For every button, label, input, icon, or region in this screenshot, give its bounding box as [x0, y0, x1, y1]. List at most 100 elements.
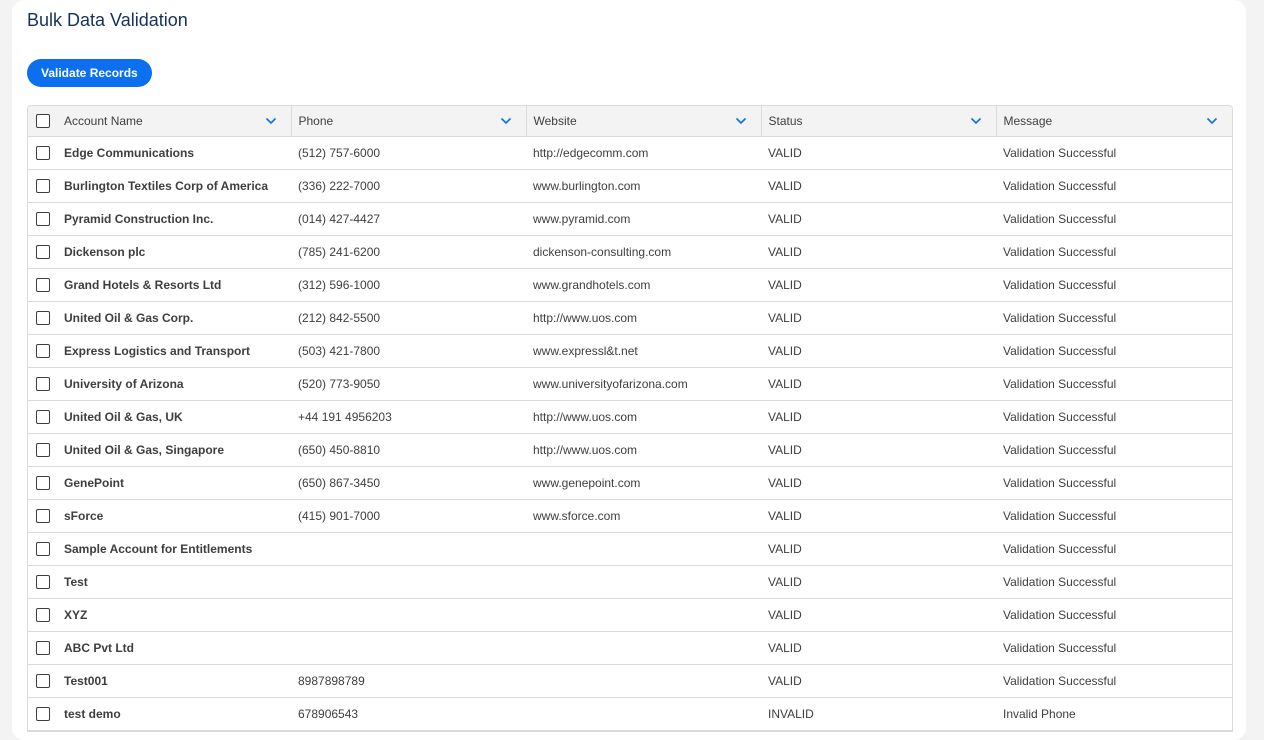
phone-cell: (312) 596-1000 — [291, 268, 526, 302]
account-name-cell: sForce — [57, 499, 291, 533]
row-select-cell — [28, 367, 57, 401]
status-cell: VALID — [761, 268, 996, 302]
select-all-checkbox[interactable] — [36, 114, 50, 128]
table-row[interactable]: ABC Pvt Ltd VALID Validation Successful — [28, 631, 1232, 665]
column-label: Account Name — [64, 114, 143, 128]
account-name-cell: Test001 — [57, 664, 291, 698]
row-checkbox[interactable] — [36, 377, 50, 391]
row-select-cell — [28, 598, 57, 632]
account-name-cell: XYZ — [57, 598, 291, 632]
row-checkbox[interactable] — [36, 344, 50, 358]
table-row[interactable]: United Oil & Gas, Singapore (650) 450-881… — [28, 433, 1232, 467]
table-header-row: Account Name Phone Website Status Messag… — [28, 106, 1232, 137]
row-checkbox[interactable] — [36, 509, 50, 523]
validate-records-button[interactable]: Validate Records — [27, 59, 152, 87]
table-row[interactable]: United Oil & Gas, UK +44 191 4956203 http:… — [28, 400, 1232, 434]
row-checkbox[interactable] — [36, 179, 50, 193]
row-checkbox[interactable] — [36, 410, 50, 424]
phone-cell — [291, 532, 526, 566]
table-row[interactable]: Express Logistics and Transport (503) 421… — [28, 334, 1232, 368]
account-name-cell: Sample Account for Entitlements — [57, 532, 291, 566]
phone-cell: (512) 757-6000 — [291, 136, 526, 170]
row-checkbox[interactable] — [36, 608, 50, 622]
phone-cell: (503) 421-7800 — [291, 334, 526, 368]
table-row[interactable]: sForce (415) 901-7000 www.sforce.com VALID V… — [28, 499, 1232, 533]
row-select-cell — [28, 268, 57, 302]
records-table: Account Name Phone Website Status Messag… — [27, 105, 1233, 732]
chevron-down-icon[interactable] — [970, 115, 982, 127]
table-row[interactable]: Test VALID Validation Successful — [28, 565, 1232, 599]
table-row[interactable]: United Oil & Gas Corp. (212) 842-5500 http… — [28, 301, 1232, 335]
chevron-down-icon[interactable] — [1206, 115, 1218, 127]
phone-cell: (336) 222-7000 — [291, 169, 526, 203]
chevron-down-icon[interactable] — [735, 115, 747, 127]
row-checkbox[interactable] — [36, 245, 50, 259]
phone-cell — [291, 598, 526, 632]
column-label: Website — [533, 114, 577, 128]
column-header-account-name[interactable]: Account Name — [57, 106, 292, 137]
website-cell: dickenson-consulting.com — [526, 235, 761, 269]
account-name-cell: Grand Hotels & Resorts Ltd — [57, 268, 291, 302]
status-cell: VALID — [761, 565, 996, 599]
row-checkbox[interactable] — [36, 311, 50, 325]
table-row[interactable]: Grand Hotels & Resorts Ltd (312) 596-1000… — [28, 268, 1232, 302]
table-row[interactable]: test demo 678906543 INVALID Invalid Phone — [28, 697, 1232, 731]
row-select-cell — [28, 202, 57, 236]
status-cell: VALID — [761, 433, 996, 467]
row-select-cell — [28, 532, 57, 566]
row-select-cell — [28, 136, 57, 170]
row-checkbox[interactable] — [36, 278, 50, 292]
row-checkbox[interactable] — [36, 443, 50, 457]
row-checkbox[interactable] — [36, 476, 50, 490]
column-header-website[interactable]: Website — [526, 106, 762, 137]
message-cell: Validation Successful — [996, 598, 1232, 632]
table-row[interactable]: University of Arizona (520) 773-9050 www.u… — [28, 367, 1232, 401]
status-cell: VALID — [761, 235, 996, 269]
status-cell: VALID — [761, 367, 996, 401]
row-checkbox[interactable] — [36, 707, 50, 721]
status-cell: VALID — [761, 301, 996, 335]
status-cell: VALID — [761, 499, 996, 533]
table-row[interactable]: Burlington Textiles Corp of America (336)… — [28, 169, 1232, 203]
row-select-cell — [28, 334, 57, 368]
status-cell: VALID — [761, 400, 996, 434]
row-checkbox[interactable] — [36, 641, 50, 655]
row-checkbox[interactable] — [36, 212, 50, 226]
message-cell: Validation Successful — [996, 169, 1232, 203]
status-cell: VALID — [761, 334, 996, 368]
chevron-down-icon[interactable] — [265, 115, 277, 127]
website-cell — [526, 598, 761, 632]
chevron-down-icon[interactable] — [500, 115, 512, 127]
select-all-cell — [28, 106, 57, 137]
phone-cell: (785) 241-6200 — [291, 235, 526, 269]
table-row[interactable]: Pyramid Construction Inc. (014) 427-4427 w… — [28, 202, 1232, 236]
table-row[interactable]: Edge Communications (512) 757-6000 http://… — [28, 136, 1232, 170]
row-checkbox[interactable] — [36, 542, 50, 556]
website-cell: www.expressl&t.net — [526, 334, 761, 368]
column-header-phone[interactable]: Phone — [291, 106, 527, 137]
table-row[interactable]: Sample Account for Entitlements VALID Vali… — [28, 532, 1232, 566]
status-cell: VALID — [761, 466, 996, 500]
row-checkbox[interactable] — [36, 146, 50, 160]
message-cell: Invalid Phone — [996, 697, 1232, 731]
row-checkbox[interactable] — [36, 575, 50, 589]
table-row[interactable]: XYZ VALID Validation Successful — [28, 598, 1232, 632]
website-cell: www.universityofarizona.com — [526, 367, 761, 401]
message-cell: Validation Successful — [996, 631, 1232, 665]
table-row[interactable]: GenePoint (650) 867-3450 www.genepoint.com… — [28, 466, 1232, 500]
table-body: Edge Communications (512) 757-6000 http://… — [28, 136, 1232, 731]
row-select-cell — [28, 631, 57, 665]
website-cell — [526, 697, 761, 731]
status-cell: VALID — [761, 136, 996, 170]
row-select-cell — [28, 565, 57, 599]
message-cell: Validation Successful — [996, 301, 1232, 335]
message-cell: Validation Successful — [996, 202, 1232, 236]
column-header-message[interactable]: Message — [996, 106, 1232, 137]
row-select-cell — [28, 433, 57, 467]
status-cell: VALID — [761, 631, 996, 665]
message-cell: Validation Successful — [996, 532, 1232, 566]
column-header-status[interactable]: Status — [761, 106, 997, 137]
table-row[interactable]: Dickenson plc (785) 241-6200 dickenson-con… — [28, 235, 1232, 269]
row-checkbox[interactable] — [36, 674, 50, 688]
table-row[interactable]: Test001 8987898789 VALID Validation Success… — [28, 664, 1232, 698]
